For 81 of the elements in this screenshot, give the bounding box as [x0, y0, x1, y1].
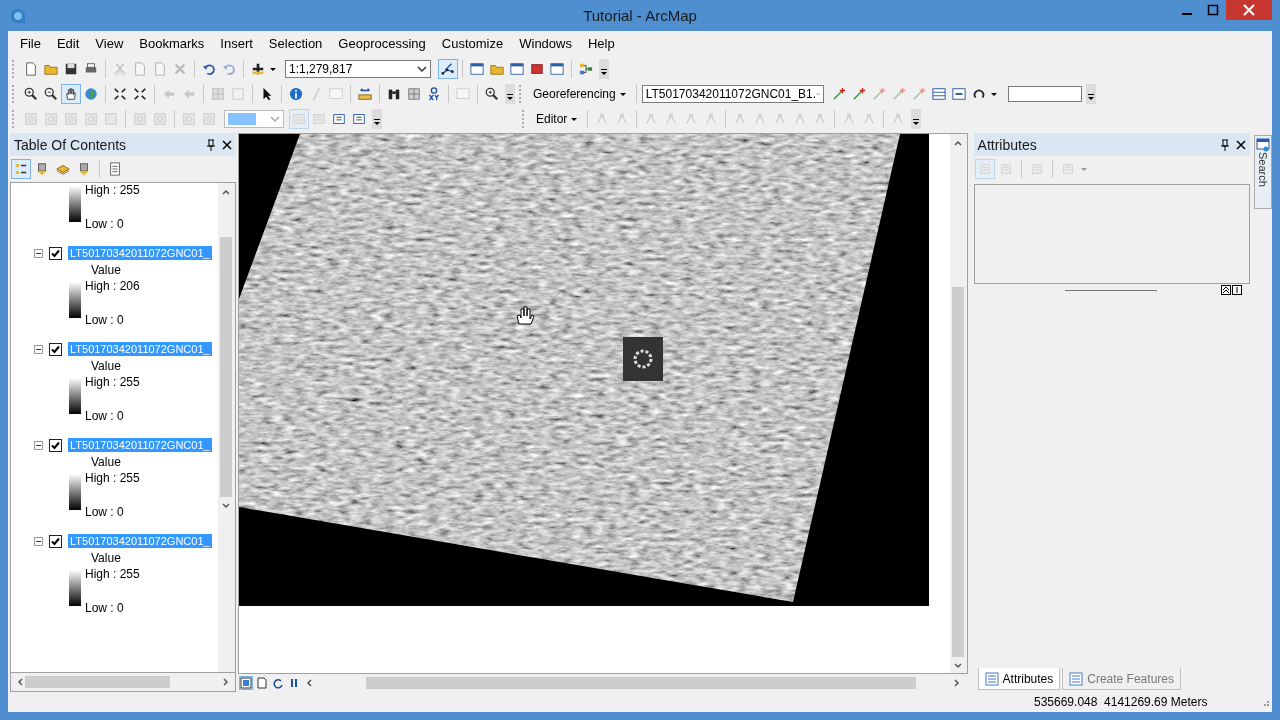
- legend-high-label: High : 255: [85, 471, 140, 485]
- chevron-down-icon[interactable]: [417, 63, 427, 74]
- window-icon: [1256, 138, 1270, 152]
- scroll-right-icon[interactable]: [220, 677, 231, 687]
- scroll-left-icon[interactable]: [15, 677, 25, 687]
- menu-item[interactable]: Selection: [260, 34, 331, 53]
- legend-high-label: High : 206: [85, 279, 140, 293]
- panel-tab[interactable]: Attributes: [977, 668, 1061, 690]
- scale-dropdown[interactable]: 1:1,279,817: [285, 59, 431, 78]
- table-icon: [984, 671, 999, 686]
- scroll-up-icon[interactable]: [953, 138, 964, 148]
- collapse-up-icon[interactable]: [1221, 285, 1232, 295]
- scroll-right-icon[interactable]: [951, 678, 962, 688]
- splitter-handle[interactable]: [1064, 289, 1157, 291]
- legend-high-label: High : 255: [85, 567, 140, 581]
- legend-low-label: Low : 0: [85, 505, 125, 519]
- collapse-icon[interactable]: [34, 248, 43, 258]
- menu-item[interactable]: Edit: [48, 34, 88, 53]
- layer-checkbox[interactable]: [49, 246, 62, 260]
- pin-icon[interactable]: [1220, 138, 1231, 151]
- legend-field-label: Value: [90, 551, 122, 567]
- close-icon[interactable]: [1236, 138, 1247, 151]
- close-icon[interactable]: [221, 138, 232, 151]
- layer-checkbox[interactable]: [49, 438, 62, 452]
- toolbar-options-icon[interactable]: [505, 83, 515, 104]
- gradient-legend-swatch: [69, 378, 81, 414]
- layer-checkbox[interactable]: [49, 342, 62, 356]
- toolbar-options-icon[interactable]: [599, 58, 609, 79]
- legend-high-label: High : 255: [85, 183, 140, 197]
- gradient-legend-swatch: [69, 282, 81, 318]
- menu-item[interactable]: Help: [579, 34, 623, 53]
- editor-menu[interactable]: Editor: [532, 109, 583, 128]
- scroll-down-icon[interactable]: [221, 501, 232, 511]
- menu-item[interactable]: File: [12, 34, 49, 53]
- menu-item[interactable]: Windows: [511, 34, 580, 53]
- table-icon: [1069, 671, 1084, 686]
- horizontal-scrollbar-thumb[interactable]: [365, 677, 916, 689]
- app-globe-icon: [10, 7, 26, 24]
- data-view-icon[interactable]: [239, 677, 252, 689]
- legend-field-label: Value: [90, 359, 122, 375]
- panel-title: Attributes: [977, 136, 1037, 153]
- menu-item[interactable]: Customize: [433, 34, 512, 53]
- legend-high-label: High : 255: [85, 375, 140, 389]
- collapse-icon[interactable]: [34, 344, 43, 354]
- panel-title: Table Of Contents: [14, 136, 127, 153]
- window-title: Tutorial - ArcMap: [582, 7, 698, 24]
- layer-dropdown[interactable]: LT50170342011072GNC01_B1.: [641, 84, 824, 103]
- gradient-legend-swatch: [69, 570, 81, 606]
- collapse-icon[interactable]: [34, 440, 43, 450]
- legend-low-label: Low : 0: [85, 217, 125, 231]
- refresh-icon[interactable]: [271, 677, 284, 689]
- menu-item[interactable]: Geoprocessing: [330, 34, 434, 53]
- collapse-icon[interactable]: [34, 536, 43, 546]
- toolbar-options-icon[interactable]: [372, 108, 382, 129]
- georeferencing-menu[interactable]: Georeferencing: [529, 84, 631, 103]
- layout-view-icon[interactable]: [255, 677, 268, 689]
- rotation-angle-field[interactable]: [1007, 85, 1082, 102]
- menu-item[interactable]: Bookmarks: [131, 34, 213, 53]
- scroll-down-icon[interactable]: [953, 661, 964, 671]
- hand-cursor-icon: [516, 306, 535, 325]
- coordinates-readout: 535669.048 4141269.69 Meters: [1034, 695, 1208, 709]
- horizontal-scrollbar[interactable]: [10, 673, 236, 692]
- toolbar-options-icon[interactable]: [1085, 83, 1096, 104]
- panel-tab[interactable]: Create Features: [1062, 668, 1181, 690]
- gradient-legend-swatch: [69, 186, 81, 222]
- pin-icon[interactable]: [205, 138, 216, 151]
- legend-low-label: Low : 0: [85, 313, 125, 327]
- gradient-legend-swatch: [69, 474, 81, 510]
- toolbar-options-icon[interactable]: [911, 108, 922, 129]
- scroll-up-icon[interactable]: [221, 187, 232, 197]
- layer-checkbox[interactable]: [49, 534, 62, 548]
- legend-field-label: Value: [90, 455, 122, 471]
- legend-field-label: Value: [90, 263, 122, 279]
- legend-low-label: Low : 0: [85, 409, 125, 423]
- pan-hand-icon[interactable]: [62, 84, 80, 103]
- search-side-tab[interactable]: Search: [1254, 135, 1272, 209]
- menu-item[interactable]: Insert: [212, 34, 261, 53]
- legend-low-label: Low : 0: [85, 601, 125, 615]
- vertical-scrollbar[interactable]: [217, 183, 235, 672]
- menu-item[interactable]: View: [87, 34, 132, 53]
- loading-spinner-icon: [622, 337, 663, 381]
